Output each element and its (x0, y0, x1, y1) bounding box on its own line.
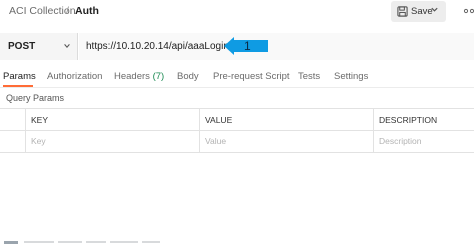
breadcrumb-request-name[interactable]: Auth (75, 5, 99, 17)
tabs-divider (0, 87, 474, 88)
callout-number: 1 (244, 39, 251, 53)
tab-authorization[interactable]: Authorization (47, 71, 102, 82)
table-border-top (0, 108, 474, 109)
headers-count-badge: (7) (152, 71, 165, 82)
tab-params[interactable]: Params (3, 71, 36, 82)
tab-settings[interactable]: Settings (334, 71, 368, 82)
description-input[interactable]: Description (379, 136, 422, 146)
column-header-description: DESCRIPTION (379, 115, 438, 125)
chevron-down-icon (64, 44, 70, 48)
save-icon (397, 6, 408, 17)
column-header-key: KEY (31, 115, 49, 125)
tab-tests[interactable]: Tests (298, 71, 320, 82)
table-divider (199, 108, 200, 153)
section-title: Query Params (6, 93, 65, 103)
top-bar: ACI Collection / Auth Save (0, 0, 474, 24)
tab-body[interactable]: Body (177, 71, 199, 82)
table-border-bottom (0, 152, 474, 153)
tab-headers[interactable]: Headers (7) (114, 71, 164, 82)
key-input[interactable]: Key (31, 136, 46, 146)
table-divider (25, 108, 26, 153)
more-icon[interactable] (463, 4, 474, 18)
method-label: POST (8, 41, 36, 52)
table-border-middle (0, 130, 474, 131)
column-header-value: VALUE (205, 115, 233, 125)
table-divider (373, 108, 374, 153)
tab-headers-label: Headers (114, 71, 150, 82)
footer-text-decoration (24, 241, 160, 243)
chevron-down-icon[interactable] (430, 5, 439, 14)
method-selector[interactable]: POST (0, 33, 78, 60)
logo-icon (4, 241, 18, 244)
breadcrumb-separator: / (66, 5, 69, 17)
value-input[interactable]: Value (205, 136, 226, 146)
tab-pre-request-script[interactable]: Pre-request Script (213, 71, 290, 82)
